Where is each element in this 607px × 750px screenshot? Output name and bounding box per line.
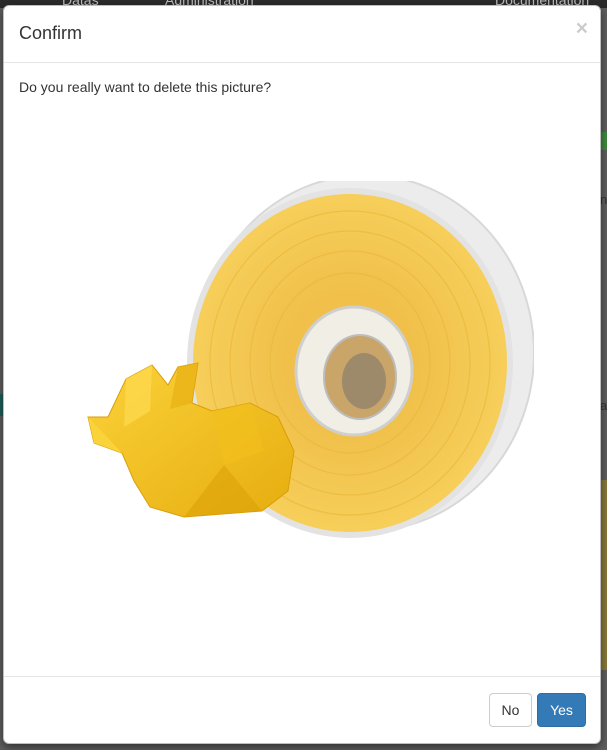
background-edge-text: a [600,398,607,413]
close-button[interactable]: × [576,18,588,39]
confirm-dialog: Confirm × Do you really want to delete t… [3,5,601,744]
modal-header: Confirm × [4,6,600,63]
yes-button[interactable]: Yes [537,693,586,727]
background-edge-text: n [600,192,607,207]
no-button[interactable]: No [489,693,532,727]
modal-footer: No Yes [4,676,600,743]
filament-spool-picture [87,181,534,538]
confirm-question: Do you really want to delete this pictur… [19,79,272,95]
modal-body: Do you really want to delete this pictur… [4,63,600,679]
modal-title: Confirm [19,23,83,43]
